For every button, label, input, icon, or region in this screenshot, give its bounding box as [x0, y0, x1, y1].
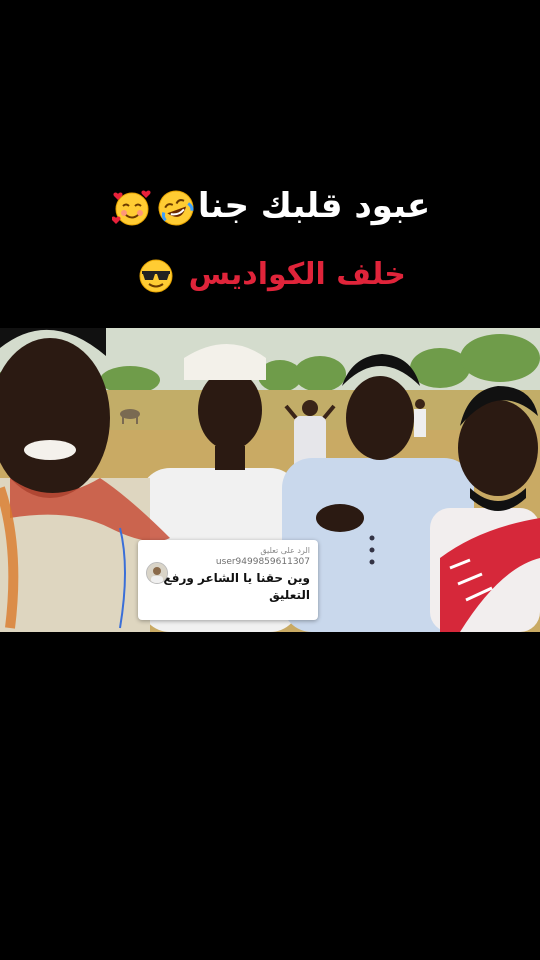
sunglasses-emoji-icon: [136, 256, 176, 296]
caption-line-1: عبود قلبك جنا: [0, 180, 540, 232]
rolling-laughing-emoji-icon: [156, 188, 196, 228]
caption-line-2-text: خلف الكواديس: [188, 257, 406, 292]
reply-header-label: الرد على تعليق: [260, 546, 310, 555]
comment-reply-card[interactable]: الرد على تعليق user9499859611307 وين حقن…: [138, 540, 318, 620]
smiling-hearts-emoji-icon: [111, 188, 152, 228]
reply-comment-text: وين حقنا يا الشاعر ورفع التعليق: [163, 571, 310, 602]
caption-line-1-text: عبود قلبك جنا: [197, 186, 431, 226]
reply-username: user9499859611307: [215, 557, 310, 567]
caption-line-2: خلف الكواديس: [0, 252, 540, 298]
user-avatar: [146, 562, 168, 584]
